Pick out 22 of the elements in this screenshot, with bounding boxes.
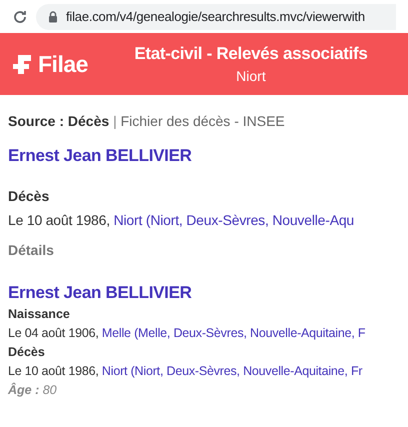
logo-text: Filae (38, 50, 88, 79)
place-link[interactable]: Melle (Melle, Deux-Sèvres, Nouvelle-Aquitaine, F (102, 326, 366, 340)
lock-icon (48, 10, 58, 22)
person-name-link[interactable]: Ernest Jean BELLIVIER (8, 144, 400, 168)
reload-icon[interactable] (12, 8, 28, 24)
event-label: Naissance (8, 306, 71, 323)
place-link[interactable]: Niort (Niort, Deux-Sèvres, Nouvelle-Aquitaine, Fr (102, 364, 362, 378)
address-bar[interactable]: filae.com/v4/genealogie/searchresults.mvc/viewerwith (36, 4, 396, 30)
source-line: Source : Décès | Fichier des décès - INSEE (8, 112, 286, 131)
event-label: Décès (8, 187, 50, 206)
event-text: Le 04 août 1906, Melle (Melle, Deux-Sèvres, Nouvelle-Aquitaine, F (8, 325, 366, 342)
logo-icon (10, 52, 34, 76)
event-text: Le 10 août 1986, Niort (Niort, Deux-Sèvres, Nouvelle-Aquitaine, Fr (8, 363, 364, 380)
header-subtitle: Niort (236, 67, 266, 86)
person-name-link[interactable]: Ernest Jean BELLIVIER (8, 281, 400, 305)
place-link[interactable]: Niort (Niort, Deux-Sèvres, Nouvelle-Aqu (114, 212, 354, 228)
age-text: Âge : 80 (8, 382, 58, 399)
url-text: filae.com/v4/genealogie/searchresults.mvc/viewerwith (66, 8, 365, 26)
event-label: Décès (8, 344, 46, 361)
header-title: Etat-civil - Relevés associatifs (134, 43, 368, 65)
event-text: Le 10 août 1986, Niort (Niort, Deux-Sèvres, Nouvelle-Aqu (8, 211, 356, 230)
details-link[interactable]: Détails (8, 240, 400, 261)
